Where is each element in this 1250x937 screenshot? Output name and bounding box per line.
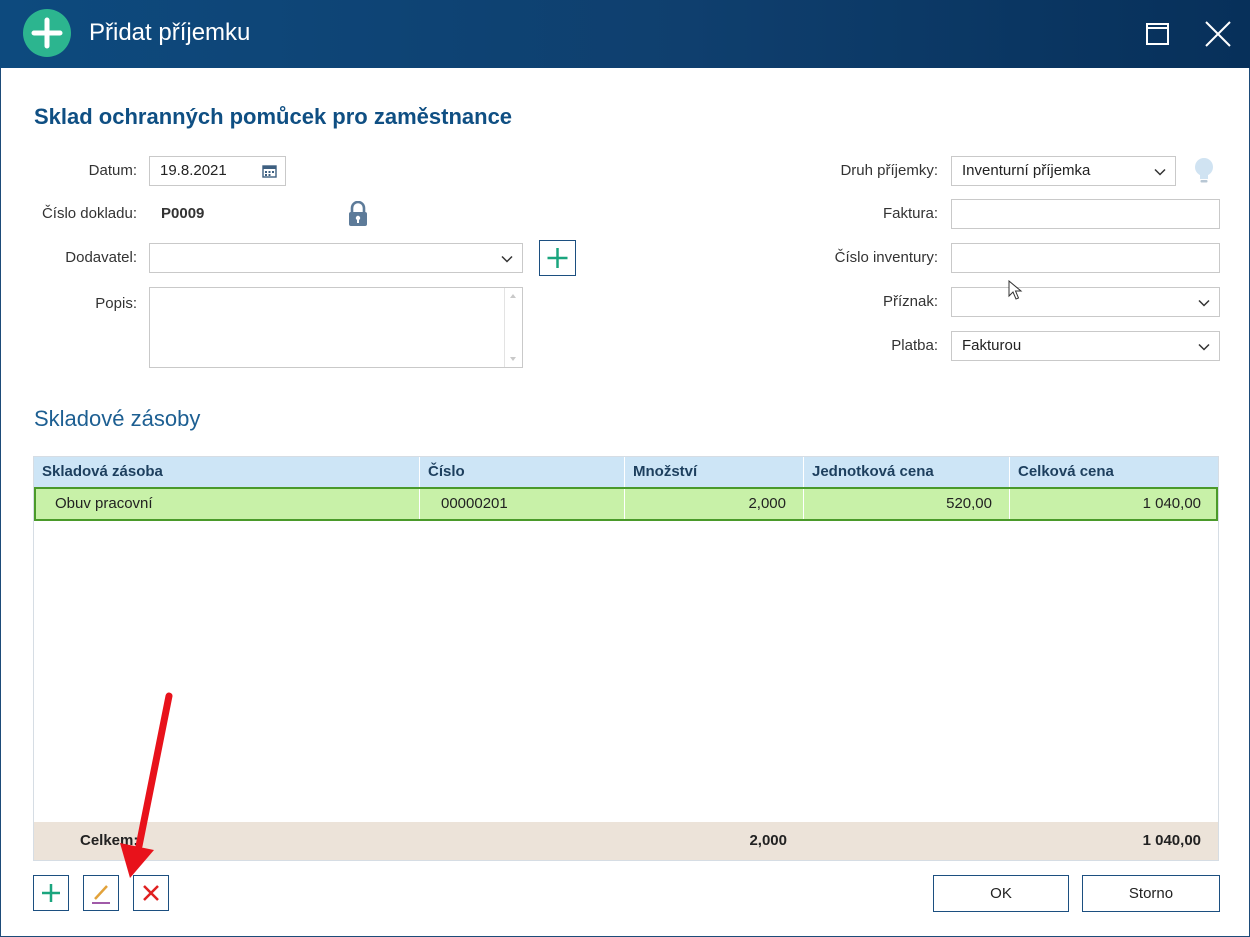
druh-prijemky-label: Druh příjemky: xyxy=(840,162,938,179)
add-row-button[interactable] xyxy=(33,875,69,911)
cell-mnozstvi: 2,000 xyxy=(625,489,804,519)
popis-scrollbar[interactable] xyxy=(504,288,522,367)
chevron-down-icon xyxy=(1198,299,1210,307)
datum-value: 19.8.2021 xyxy=(160,162,227,179)
druh-prijemky-select[interactable]: Inventurní příjemka xyxy=(951,156,1176,186)
column-header-mnozstvi[interactable]: Množství xyxy=(625,457,804,487)
column-header-zasoba[interactable]: Skladová zásoba xyxy=(34,457,420,487)
scroll-down-icon[interactable] xyxy=(509,356,517,362)
cislo-dokladu-label: Číslo dokladu: xyxy=(41,205,137,222)
priznak-label: Příznak: xyxy=(882,293,938,310)
footer-celkova-cena: 1 040,00 xyxy=(1142,832,1201,849)
cell-zasoba: Obuv pracovní xyxy=(36,489,420,519)
cell-cislo: 00000201 xyxy=(420,489,625,519)
footer-mnozstvi: 2,000 xyxy=(749,832,787,849)
platba-value: Fakturou xyxy=(962,337,1022,354)
chevron-down-icon xyxy=(501,255,513,263)
plus-icon xyxy=(547,248,568,268)
faktura-input[interactable] xyxy=(951,199,1220,229)
window-title: Přidat příjemku xyxy=(89,19,251,46)
cislo-inventury-input[interactable] xyxy=(951,243,1220,273)
red-arrow-annotation xyxy=(120,692,173,878)
popis-textarea[interactable] xyxy=(149,287,523,368)
platba-label: Platba: xyxy=(891,337,938,354)
add-supplier-button[interactable] xyxy=(539,240,576,276)
lightbulb-icon[interactable] xyxy=(1192,156,1216,186)
cell-jednotkova-cena: 520,00 xyxy=(804,489,1010,519)
cislo-dokladu-value: P0009 xyxy=(161,205,205,222)
add-icon xyxy=(23,9,71,57)
datum-label: Datum: xyxy=(88,162,137,179)
table-header: Skladová zásoba Číslo Množství Jednotkov… xyxy=(34,457,1218,487)
calendar-icon[interactable] xyxy=(262,164,277,178)
mouse-cursor-icon xyxy=(1008,280,1023,300)
table-footer: Celkem: 2,000 1 040,00 xyxy=(34,822,1218,860)
column-header-celkova-cena[interactable]: Celková cena xyxy=(1010,457,1218,487)
column-header-jednotkova-cena[interactable]: Jednotková cena xyxy=(804,457,1010,487)
druh-prijemky-value: Inventurní příjemka xyxy=(962,162,1091,179)
priznak-select[interactable] xyxy=(951,287,1220,317)
chevron-down-icon xyxy=(1154,168,1166,176)
dodavatel-label: Dodavatel: xyxy=(65,249,137,266)
storno-button[interactable]: Storno xyxy=(1082,875,1220,912)
section-title: Skladové zásoby xyxy=(34,406,201,431)
popis-label: Popis: xyxy=(95,295,137,312)
chevron-down-icon xyxy=(1198,343,1210,351)
cell-celkova-cena: 1 040,00 xyxy=(1142,495,1201,512)
dodavatel-select[interactable] xyxy=(149,243,523,273)
column-header-cislo[interactable]: Číslo xyxy=(420,457,625,487)
close-button[interactable] xyxy=(1196,12,1240,56)
cislo-inventury-label: Číslo inventury: xyxy=(834,249,938,266)
table-row[interactable]: Obuv pracovní 00000201 2,000 520,00 1 04… xyxy=(34,487,1218,521)
datum-field[interactable]: 19.8.2021 xyxy=(149,156,286,186)
plus-icon xyxy=(42,884,60,902)
inventory-table: Skladová zásoba Číslo Množství Jednotkov… xyxy=(33,456,1219,861)
close-icon xyxy=(1205,21,1231,47)
faktura-label: Faktura: xyxy=(882,205,938,222)
scroll-up-icon[interactable] xyxy=(509,293,517,299)
maximize-icon xyxy=(1146,23,1169,45)
ok-button[interactable]: OK xyxy=(933,875,1069,912)
warehouse-heading: Sklad ochranných pomůcek pro zaměstnance xyxy=(34,104,513,129)
maximize-button[interactable] xyxy=(1136,12,1180,56)
lock-icon[interactable] xyxy=(347,200,369,227)
platba-select[interactable]: Fakturou xyxy=(951,331,1220,361)
